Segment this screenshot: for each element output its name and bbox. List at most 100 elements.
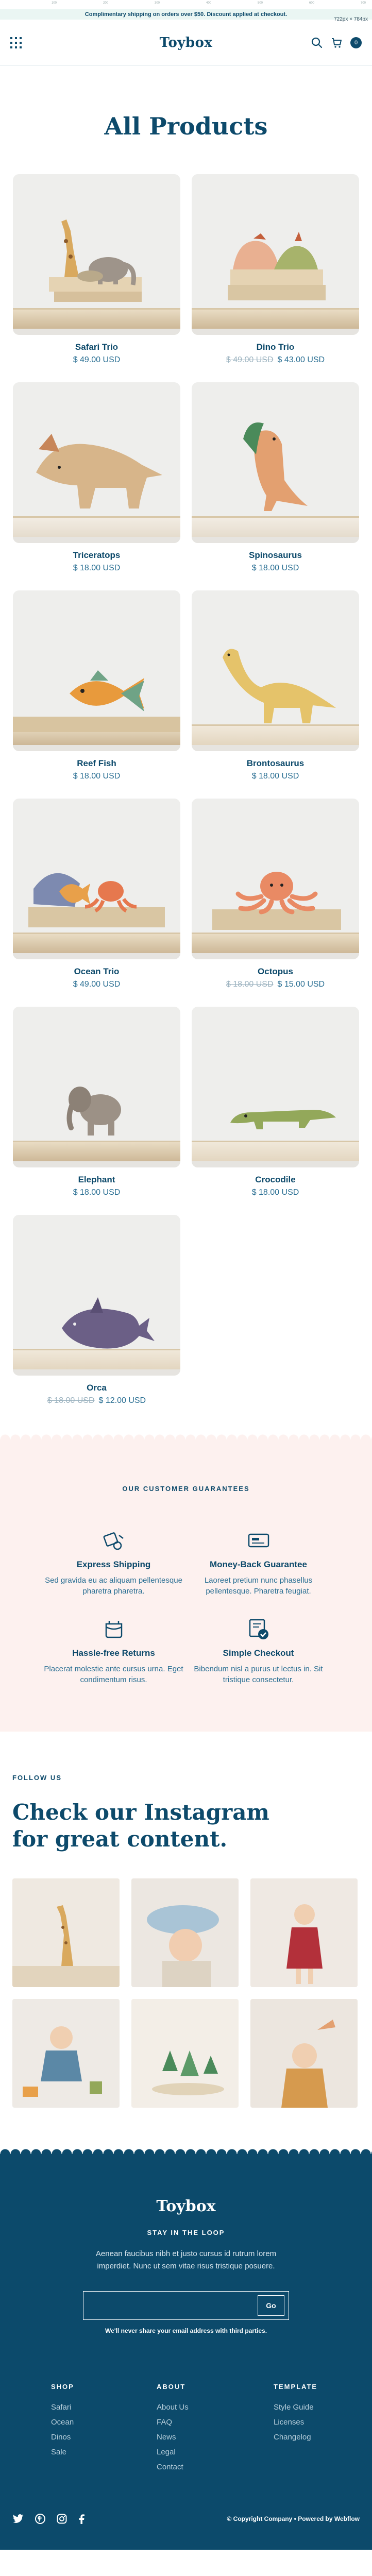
product-card[interactable]: Dino Trio $ 49.00 USD $ 43.00 USD <box>192 174 359 365</box>
product-card[interactable]: Spinosaurus $ 18.00 USD <box>192 382 359 573</box>
product-name[interactable]: Triceratops <box>13 550 180 561</box>
spinosaurus-illustration <box>243 422 308 511</box>
guarantee-name: Money-Back Guarantee <box>210 1560 307 1569</box>
footer-link[interactable]: Safari <box>51 2403 157 2412</box>
product-image[interactable] <box>13 382 180 543</box>
product-card[interactable]: Triceratops $ 18.00 USD <box>13 382 180 573</box>
newsletter-form: Go <box>83 2291 289 2320</box>
product-name[interactable]: Reef Fish <box>13 758 180 769</box>
product-card[interactable]: Elephant $ 18.00 USD <box>13 1007 180 1197</box>
safari-toys-illustration <box>49 219 142 302</box>
ruler-mark: 500 <box>258 2 263 5</box>
footer-link[interactable]: Legal <box>157 2448 274 2456</box>
guarantee-text: Sed gravida eu ac aliquam pellentesque p… <box>45 1576 182 1596</box>
guarantee-item: Simple Checkout Bibendum nisl a purus ut… <box>186 1617 331 1685</box>
reef-fish-illustration <box>13 670 180 732</box>
product-current-price: $ 12.00 USD <box>98 1396 146 1405</box>
ocean-toys-illustration <box>28 873 165 927</box>
footer-column-title: SHOP <box>51 2383 74 2391</box>
product-card[interactable]: Safari Trio $ 49.00 USD <box>13 174 180 365</box>
cart-count-badge[interactable]: 0 <box>350 37 362 48</box>
footer-link[interactable]: Sale <box>51 2448 157 2456</box>
product-price: $ 18.00 USD $ 15.00 USD <box>192 980 359 989</box>
product-card[interactable]: Ocean Trio $ 49.00 USD <box>13 799 180 989</box>
instagram-photo[interactable] <box>250 1878 358 1987</box>
product-name[interactable]: Dino Trio <box>192 342 359 352</box>
footer-link[interactable]: Ocean <box>51 2418 157 2427</box>
product-card[interactable]: Orca $ 18.00 USD $ 12.00 USD <box>13 1215 180 1405</box>
footer-link[interactable]: Style Guide <box>274 2403 372 2412</box>
product-name[interactable]: Octopus <box>192 967 359 977</box>
product-price: $ 18.00 USD <box>192 772 359 781</box>
elephant-illustration <box>66 1087 121 1136</box>
product-name[interactable]: Safari Trio <box>13 342 180 352</box>
footer-column-title: TEMPLATE <box>274 2383 318 2391</box>
twitter-icon[interactable] <box>12 2514 24 2524</box>
product-name[interactable]: Crocodile <box>192 1175 359 1185</box>
footer-link[interactable]: Dinos <box>51 2433 157 2442</box>
product-card[interactable]: Crocodile $ 18.00 USD <box>192 1007 359 1197</box>
product-name[interactable]: Spinosaurus <box>192 550 359 561</box>
product-image[interactable] <box>13 799 180 959</box>
product-current-price: $ 18.00 USD <box>251 564 299 572</box>
product-image[interactable] <box>192 590 359 751</box>
product-name[interactable]: Brontosaurus <box>192 758 359 769</box>
footer-link[interactable]: Contact <box>157 2463 274 2471</box>
footer-logo[interactable]: Toybox <box>12 2197 360 2215</box>
subscribe-button[interactable]: Go <box>258 2295 284 2316</box>
product-card[interactable]: Brontosaurus $ 18.00 USD <box>192 590 359 781</box>
instagram-icon[interactable] <box>57 2514 67 2524</box>
guarantee-name: Hassle-free Returns <box>72 1648 155 1658</box>
guarantee-text: Placerat molestie ante cursus urna. Eget… <box>44 1665 183 1684</box>
product-image[interactable] <box>192 1007 359 1167</box>
product-image[interactable] <box>13 1215 180 1376</box>
product-image[interactable] <box>192 382 359 543</box>
product-name[interactable]: Elephant <box>13 1175 180 1185</box>
footer-link[interactable]: About Us <box>157 2403 274 2412</box>
product-image[interactable] <box>13 590 180 751</box>
product-image[interactable] <box>192 799 359 959</box>
pinterest-icon[interactable] <box>35 2514 45 2524</box>
product-image[interactable] <box>13 174 180 335</box>
footer-bottom-bar: © Copyright Company • Powered by Webflow <box>12 2514 360 2524</box>
product-price: $ 18.00 USD $ 12.00 USD <box>13 1396 180 1405</box>
footer-columns: SHOP Safari Ocean Dinos Sale ABOUT About… <box>12 2383 360 2478</box>
product-card[interactable]: Reef Fish $ 18.00 USD <box>13 590 180 781</box>
product-name[interactable]: Ocean Trio <box>13 967 180 977</box>
footer-link[interactable]: News <box>157 2433 274 2442</box>
cart-icon[interactable] <box>331 37 342 48</box>
instagram-photo[interactable] <box>250 1999 358 2108</box>
ruler-mark: 400 <box>206 2 212 5</box>
product-image[interactable] <box>192 174 359 335</box>
instagram-photo[interactable] <box>12 1999 120 2108</box>
pixel-ruler: 100 200 300 400 500 600 700 <box>0 0 372 9</box>
product-old-price: $ 49.00 USD <box>226 355 274 364</box>
email-field[interactable] <box>83 2292 258 2319</box>
page-title: All Products <box>104 112 268 140</box>
footer-column-about: ABOUT About Us FAQ News Legal Contact <box>157 2383 274 2478</box>
product-current-price: $ 49.00 USD <box>73 355 121 364</box>
footer-link[interactable]: FAQ <box>157 2418 274 2427</box>
site-logo[interactable]: Toybox <box>160 35 213 50</box>
product-card[interactable]: Octopus $ 18.00 USD $ 15.00 USD <box>192 799 359 989</box>
search-icon[interactable] <box>311 37 323 48</box>
footer-link[interactable]: Licenses <box>274 2418 372 2427</box>
site-footer: Toybox STAY IN THE LOOP Aenean faucibus … <box>0 2149 372 2550</box>
product-name[interactable]: Orca <box>13 1383 180 1393</box>
customer-guarantees-section: OUR CUSTOMER GUARANTEES Express Shipping… <box>0 1434 372 1732</box>
facebook-icon[interactable] <box>78 2514 84 2524</box>
guarantee-text: Bibendum nisl a purus ut lectus in. Sit … <box>194 1665 323 1684</box>
instagram-photo[interactable] <box>131 1878 239 1987</box>
ruler-mark: 700 <box>361 2 366 5</box>
crocodile-illustration <box>230 1110 336 1129</box>
footer-link[interactable]: Changelog <box>274 2433 372 2442</box>
octopus-illustration <box>212 872 341 930</box>
instagram-photo[interactable] <box>12 1878 120 1987</box>
instagram-photo[interactable] <box>131 1999 239 2108</box>
social-links <box>12 2514 84 2524</box>
card-icon <box>186 1529 331 1552</box>
product-old-price: $ 18.00 USD <box>47 1396 95 1405</box>
product-image[interactable] <box>13 1007 180 1167</box>
menu-grid-icon[interactable] <box>10 36 24 49</box>
product-current-price: $ 18.00 USD <box>251 772 299 781</box>
